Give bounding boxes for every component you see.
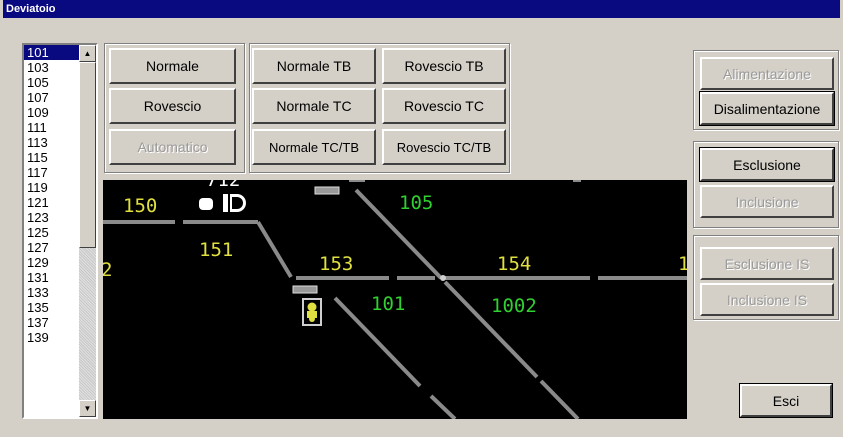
list-item[interactable]: 109 [24,105,79,120]
list-item[interactable]: 101 [24,45,79,60]
list-item[interactable]: 133 [24,285,79,300]
rovescio-tb-button[interactable]: Rovescio TB [382,48,506,84]
rovescio-tc-tb-button[interactable]: Rovescio TC/TB [382,129,506,165]
rovescio-tc-button[interactable]: Rovescio TC [382,88,506,124]
crossing-node [440,275,446,281]
list-scrollbar[interactable]: ▲ ▼ [79,45,96,417]
list-item[interactable]: 115 [24,150,79,165]
signal-white-icon [199,198,213,210]
track-105-diag-c [539,379,580,419]
label-712: 712 [206,180,240,191]
label-150: 150 [123,195,157,217]
list-item[interactable]: 117 [24,165,79,180]
list-item[interactable]: 127 [24,240,79,255]
normale-button[interactable]: Normale [109,48,236,84]
label-154: 154 [497,253,531,275]
list-item[interactable]: 131 [24,270,79,285]
label-153: 153 [319,253,353,275]
normale-tc-button[interactable]: Normale TC [252,88,376,124]
switch-motor-icon-2 [292,285,318,294]
scroll-down-icon[interactable]: ▼ [79,400,96,417]
track-schematic[interactable]: 150 712 105 151 153 154 2 1 101 1002 [103,180,687,419]
list-item[interactable]: 135 [24,300,79,315]
list-item[interactable]: 113 [24,135,79,150]
alimentazione-button[interactable]: Alimentazione [700,57,834,90]
list-item[interactable]: 121 [24,195,79,210]
normale-tc-tb-button[interactable]: Normale TC/TB [252,129,376,165]
list-item[interactable]: 123 [24,210,79,225]
inclusione-is-button[interactable]: Inclusione IS [700,283,834,316]
label-105: 105 [399,192,433,214]
list-item[interactable]: 105 [24,75,79,90]
scroll-up-icon[interactable]: ▲ [79,45,96,62]
esclusione-is-button[interactable]: Esclusione IS [700,247,834,280]
inclusione-button[interactable]: Inclusione [700,185,834,218]
list-item[interactable]: 139 [24,330,79,345]
dwarf-signal-lamp-bottom [309,316,315,322]
list-item[interactable]: 137 [24,315,79,330]
esci-button[interactable]: Esci [739,383,833,418]
list-item[interactable]: 107 [24,90,79,105]
switch-motor-icon [314,186,340,195]
scroll-thumb[interactable] [79,62,96,248]
track-diagram: 150 712 105 151 153 154 2 1 101 1002 [103,180,687,419]
esclusione-button[interactable]: Esclusione [699,147,835,182]
switch-listbox[interactable]: 101 103 105 107 109 111 113 115 117 119 121 123 125 1… [22,43,98,419]
list-item[interactable]: 125 [24,225,79,240]
track-101-diag-b [429,394,457,419]
label-2: 2 [103,259,112,281]
track-151-diag [256,220,293,279]
window-title: Deviatoio [3,0,840,18]
switch-list: 101 103 105 107 109 111 113 115 117 119 121 123 125 1… [24,45,79,345]
list-item[interactable]: 129 [24,255,79,270]
list-item[interactable]: 103 [24,60,79,75]
dwarf-signal-lamp-top [307,302,317,312]
label-1: 1 [678,253,687,275]
automatico-button[interactable]: Automatico [109,129,236,165]
list-item[interactable]: 111 [24,120,79,135]
normale-tb-button[interactable]: Normale TB [252,48,376,84]
label-101: 101 [371,293,405,315]
label-151: 151 [199,239,233,261]
disalimentazione-button[interactable]: Disalimentazione [699,91,835,126]
rovescio-button[interactable]: Rovescio [109,88,236,124]
list-item[interactable]: 119 [24,180,79,195]
label-1002: 1002 [491,295,537,317]
signal-shunt-bar [223,194,228,212]
